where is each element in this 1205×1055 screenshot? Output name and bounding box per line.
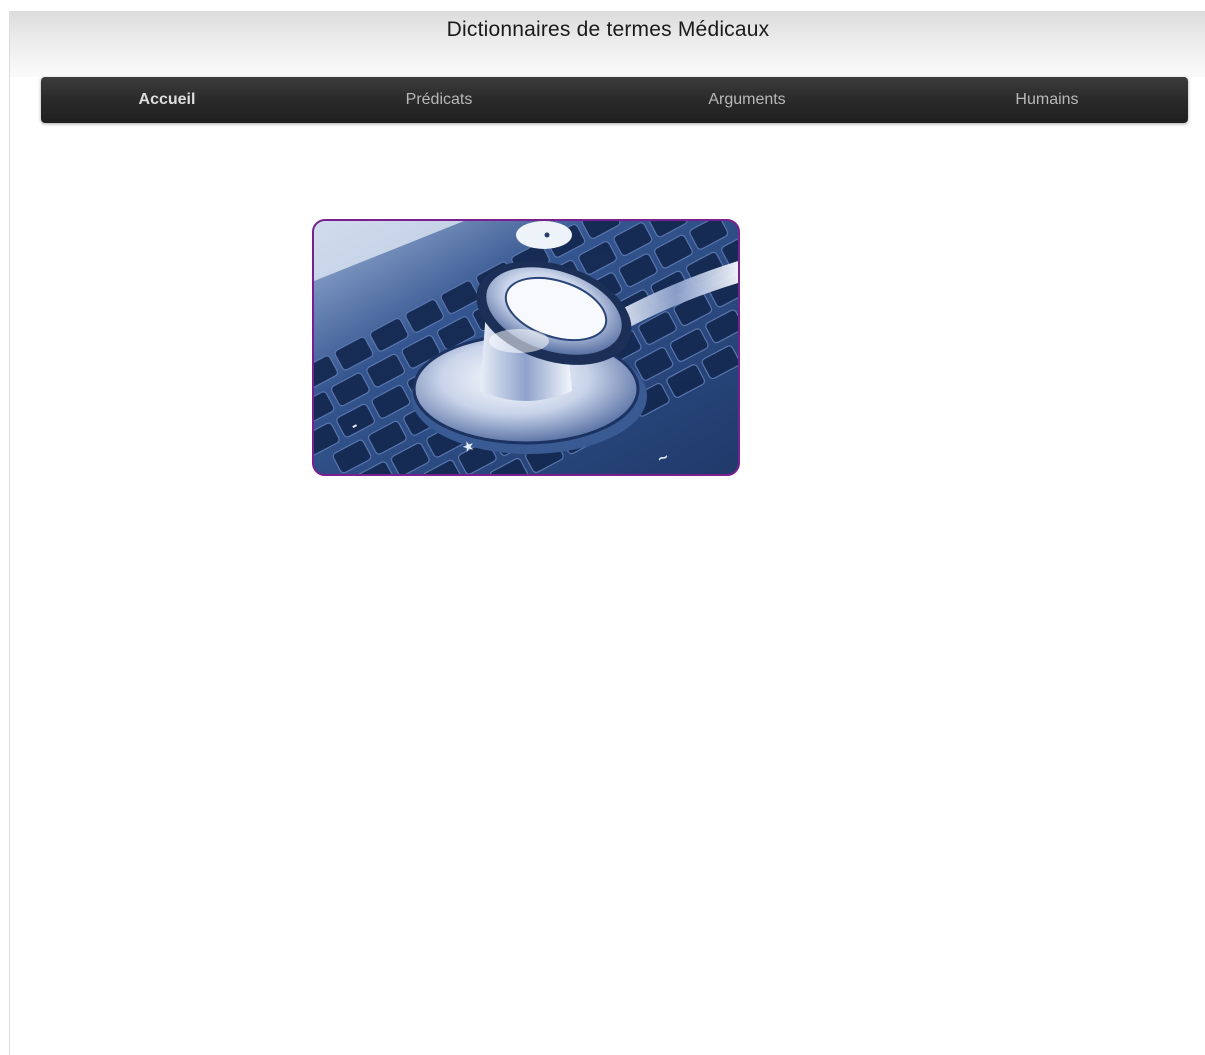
nav-item-accueil[interactable]: Accueil (97, 77, 237, 123)
main-navbar: Accueil Prédicats Arguments Humains (41, 77, 1188, 123)
stethoscope-keyboard-image: ★ ~ - (312, 219, 740, 476)
page: Dictionnaires de termes Médicaux Accueil… (9, 11, 1205, 1055)
nav-item-humains[interactable]: Humains (977, 77, 1117, 123)
site-header: Dictionnaires de termes Médicaux (10, 11, 1205, 77)
nav-item-arguments[interactable]: Arguments (677, 77, 817, 123)
nav-item-predicats[interactable]: Prédicats (369, 77, 509, 123)
stethoscope-keyboard-illustration: ★ ~ - (314, 221, 738, 474)
site-title: Dictionnaires de termes Médicaux (446, 18, 770, 41)
